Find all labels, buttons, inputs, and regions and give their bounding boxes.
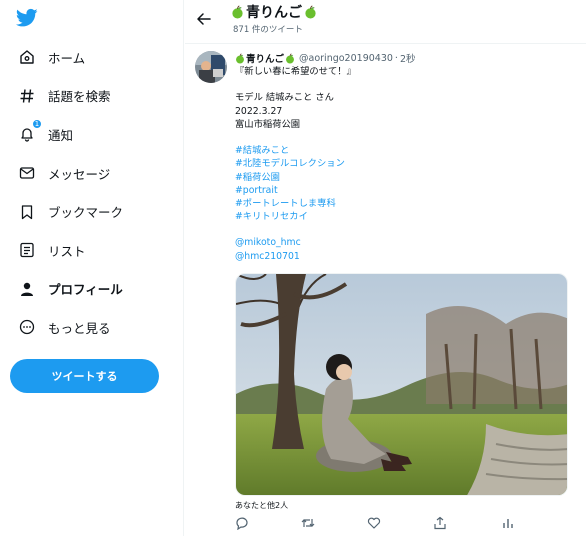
sidebar-item-label: メッセージ xyxy=(48,166,111,182)
person-icon xyxy=(18,280,36,298)
author-name: 青りんご xyxy=(246,54,285,65)
tweet-meta: 青りんご @aoringo20190430 · 2秒 xyxy=(235,51,575,65)
tweet-text-line: 富山市稲荷公園 xyxy=(235,118,301,130)
tweet-photo[interactable] xyxy=(235,273,568,496)
tweet-link[interactable]: #キリトリセカイ xyxy=(235,210,575,223)
share-icon[interactable] xyxy=(433,516,447,530)
main-nav: ホーム 話題を検索 1 通知 メッセージ ブックマーク リスト プロフィール も… xyxy=(0,38,184,347)
green-apple-icon xyxy=(305,5,316,19)
bookmark-icon xyxy=(18,203,36,221)
sidebar-item-label: リスト xyxy=(48,243,86,259)
author-handle[interactable]: @aoringo20190430 xyxy=(299,53,393,64)
analytics-icon[interactable] xyxy=(501,516,515,530)
tweet-actions xyxy=(235,516,525,532)
tweet-count: 871 件のツイート xyxy=(233,25,303,35)
sidebar-item-label: 通知 xyxy=(48,127,74,143)
sidebar-item-label: もっと見る xyxy=(48,320,111,336)
sidebar-item-profile[interactable]: プロフィール xyxy=(0,270,184,309)
tweet-author[interactable]: 青りんご xyxy=(235,51,295,65)
tweet-content: 青りんご @aoringo20190430 · 2秒 『新しい春に希望のせて！』… xyxy=(235,51,575,263)
tweet-link[interactable]: #北陸モデルコレクション xyxy=(235,157,575,170)
tweet-text-line: 2022.3.27 xyxy=(235,105,283,117)
sidebar-item-label: ホーム xyxy=(48,50,86,66)
tweet-link[interactable]: #ポートレートしま専科 xyxy=(235,197,575,210)
tweet[interactable]: 青りんご @aoringo20190430 · 2秒 『新しい春に希望のせて！』… xyxy=(185,44,586,536)
green-apple-icon xyxy=(286,53,294,63)
sidebar: ホーム 話題を検索 1 通知 メッセージ ブックマーク リスト プロフィール も… xyxy=(0,0,184,536)
twitter-logo-icon[interactable] xyxy=(16,8,38,28)
tweet-timestamp[interactable]: 2秒 xyxy=(400,51,416,65)
like-icon[interactable] xyxy=(367,516,381,530)
notification-badge: 1 xyxy=(32,119,42,130)
sidebar-item-label: プロフィール xyxy=(48,282,123,298)
tweet-link[interactable]: #結城みこと xyxy=(235,144,575,157)
green-apple-icon xyxy=(236,53,244,63)
avatar[interactable] xyxy=(195,51,227,83)
tweet-link[interactable]: #稲荷公園 xyxy=(235,171,575,184)
retweet-icon[interactable] xyxy=(301,516,315,530)
sidebar-item-label: ブックマーク xyxy=(48,205,124,221)
sidebar-item-more[interactable]: もっと見る xyxy=(0,308,184,347)
sidebar-item-home[interactable]: ホーム xyxy=(0,38,184,77)
green-apple-icon xyxy=(232,5,243,19)
tweet-link[interactable]: #portrait xyxy=(235,184,575,197)
reply-icon[interactable] xyxy=(235,516,249,530)
tweet-text-line: 『新しい春に希望のせて！』 xyxy=(235,66,356,77)
sidebar-item-messages[interactable]: メッセージ xyxy=(0,154,184,193)
hashtag-icon xyxy=(18,87,36,105)
list-icon xyxy=(18,241,36,259)
profile-header: 青りんご 871 件のツイート xyxy=(185,0,586,44)
profile-name: 青りんご xyxy=(246,5,302,21)
separator-dot: · xyxy=(394,52,398,64)
more-icon xyxy=(18,318,36,336)
page-title: 青りんご xyxy=(231,2,317,22)
tweet-text-line: モデル 結城みこと さん xyxy=(235,92,334,104)
main-column: 青りんご 871 件のツイート 青りんご @aoringo20190430 · … xyxy=(185,0,586,536)
envelope-icon xyxy=(18,164,36,182)
sidebar-item-bookmarks[interactable]: ブックマーク xyxy=(0,192,184,231)
tweet-link[interactable]: @hmc210701 xyxy=(235,250,575,263)
bell-icon: 1 xyxy=(18,119,42,143)
back-arrow-icon[interactable] xyxy=(195,10,213,28)
tweet-button[interactable]: ツイートする xyxy=(10,359,159,393)
home-icon xyxy=(18,48,36,66)
sidebar-item-label: 話題を検索 xyxy=(48,89,111,105)
tweet-text: 『新しい春に希望のせて！』 モデル 結城みこと さん 2022.3.27 富山市稲荷公… xyxy=(235,65,575,263)
sidebar-item-notifications[interactable]: 1 通知 xyxy=(0,115,184,154)
sidebar-item-explore[interactable]: 話題を検索 xyxy=(0,77,184,116)
sidebar-item-lists[interactable]: リスト xyxy=(0,231,184,270)
liked-by[interactable]: あなたと他2人 xyxy=(235,500,288,511)
tweet-link[interactable]: @mikoto_hmc xyxy=(235,236,575,249)
